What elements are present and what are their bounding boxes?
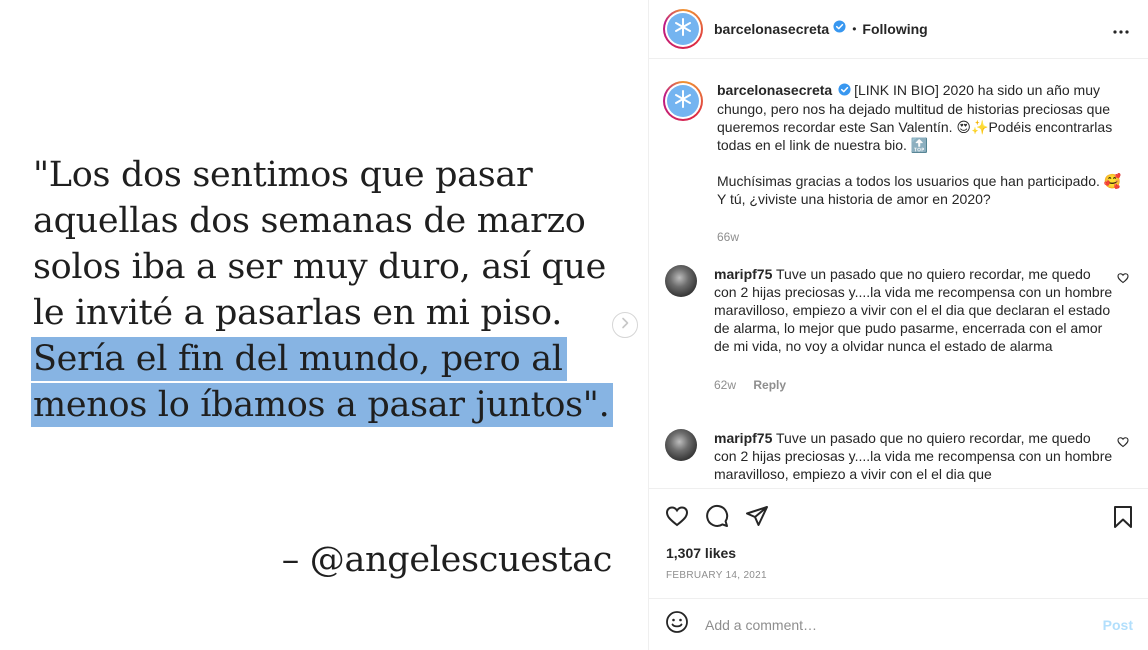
avatar[interactable] [665, 429, 697, 461]
following-button[interactable]: Following [862, 21, 927, 37]
emoji-smiley-icon[interactable] [665, 610, 689, 639]
comments-list[interactable]: barcelonasecreta [LINK IN BIO] 2020 ha s… [649, 59, 1148, 488]
asterisk-logo-icon [673, 17, 693, 42]
chevron-right-icon [620, 316, 630, 334]
next-image-button[interactable] [612, 312, 638, 338]
share-paper-plane-icon[interactable] [745, 504, 769, 528]
highlighted-quote-line: Sería el fin del mundo, pero al [31, 337, 567, 381]
comment-input[interactable] [705, 616, 1085, 633]
comment: maripf75 Tuve un pasado que no quiero re… [665, 429, 1143, 483]
comment-bubble-icon[interactable] [705, 504, 729, 528]
quote-text: "Los dos sentimos que pasar aquellas dos… [31, 152, 633, 428]
avatar[interactable] [663, 9, 703, 49]
quote-signature: – @angelescuestac [281, 540, 613, 580]
post-header: barcelonasecreta • Following [649, 0, 1148, 59]
post-date: February 14, 2021 [666, 570, 767, 581]
quote-line: aquellas dos semanas de marzo [33, 201, 586, 241]
post-image: "Los dos sentimos que pasar aquellas dos… [0, 0, 648, 650]
bookmark-save-icon[interactable] [1113, 505, 1133, 529]
post-actions: 1,307 likes February 14, 2021 [649, 488, 1148, 598]
comment-username[interactable]: maripf75 [714, 430, 772, 446]
comment-composer: Post [649, 598, 1148, 650]
caption: barcelonasecreta [LINK IN BIO] 2020 ha s… [663, 81, 1143, 246]
quote-line: solos iba a ser muy duro, así que [33, 247, 607, 287]
caption-text-2: Muchísimas gracias a todos los usuarios … [717, 173, 1122, 208]
verified-badge-icon [833, 20, 846, 38]
more-options-icon[interactable] [1112, 22, 1130, 40]
like-comment-heart-icon[interactable] [1117, 271, 1129, 289]
asterisk-logo-icon [673, 89, 693, 114]
comment: maripf75 Tuve un pasado que no quiero re… [665, 265, 1143, 394]
avatar[interactable] [665, 265, 697, 297]
post-sidebar: barcelonasecreta • Following barcelonase… [648, 0, 1148, 650]
verified-badge-icon [838, 82, 851, 100]
quote-line: le invité a pasarlas en mi piso. [33, 293, 563, 333]
separator-dot: • [852, 22, 857, 36]
post-comment-button[interactable]: Post [1103, 617, 1133, 633]
reply-button[interactable]: Reply [753, 378, 786, 392]
like-comment-heart-icon[interactable] [1117, 435, 1129, 453]
comment-text: Tuve un pasado que no quiero recordar, m… [714, 430, 1113, 482]
caption-username[interactable]: barcelonasecreta [717, 82, 832, 98]
highlighted-quote-line: menos lo íbamos a pasar juntos". [31, 383, 614, 427]
comment-text: Tuve un pasado que no quiero recordar, m… [714, 266, 1113, 354]
like-heart-icon[interactable] [665, 504, 689, 528]
comment-username[interactable]: maripf75 [714, 266, 772, 282]
quote-line: "Los dos sentimos que pasar [33, 155, 533, 195]
like-count[interactable]: 1,307 likes [666, 545, 736, 561]
comment-timestamp[interactable]: 62w [714, 378, 736, 392]
header-username[interactable]: barcelonasecreta [714, 21, 829, 37]
caption-timestamp[interactable]: 66w [717, 230, 739, 244]
avatar[interactable] [663, 81, 703, 121]
